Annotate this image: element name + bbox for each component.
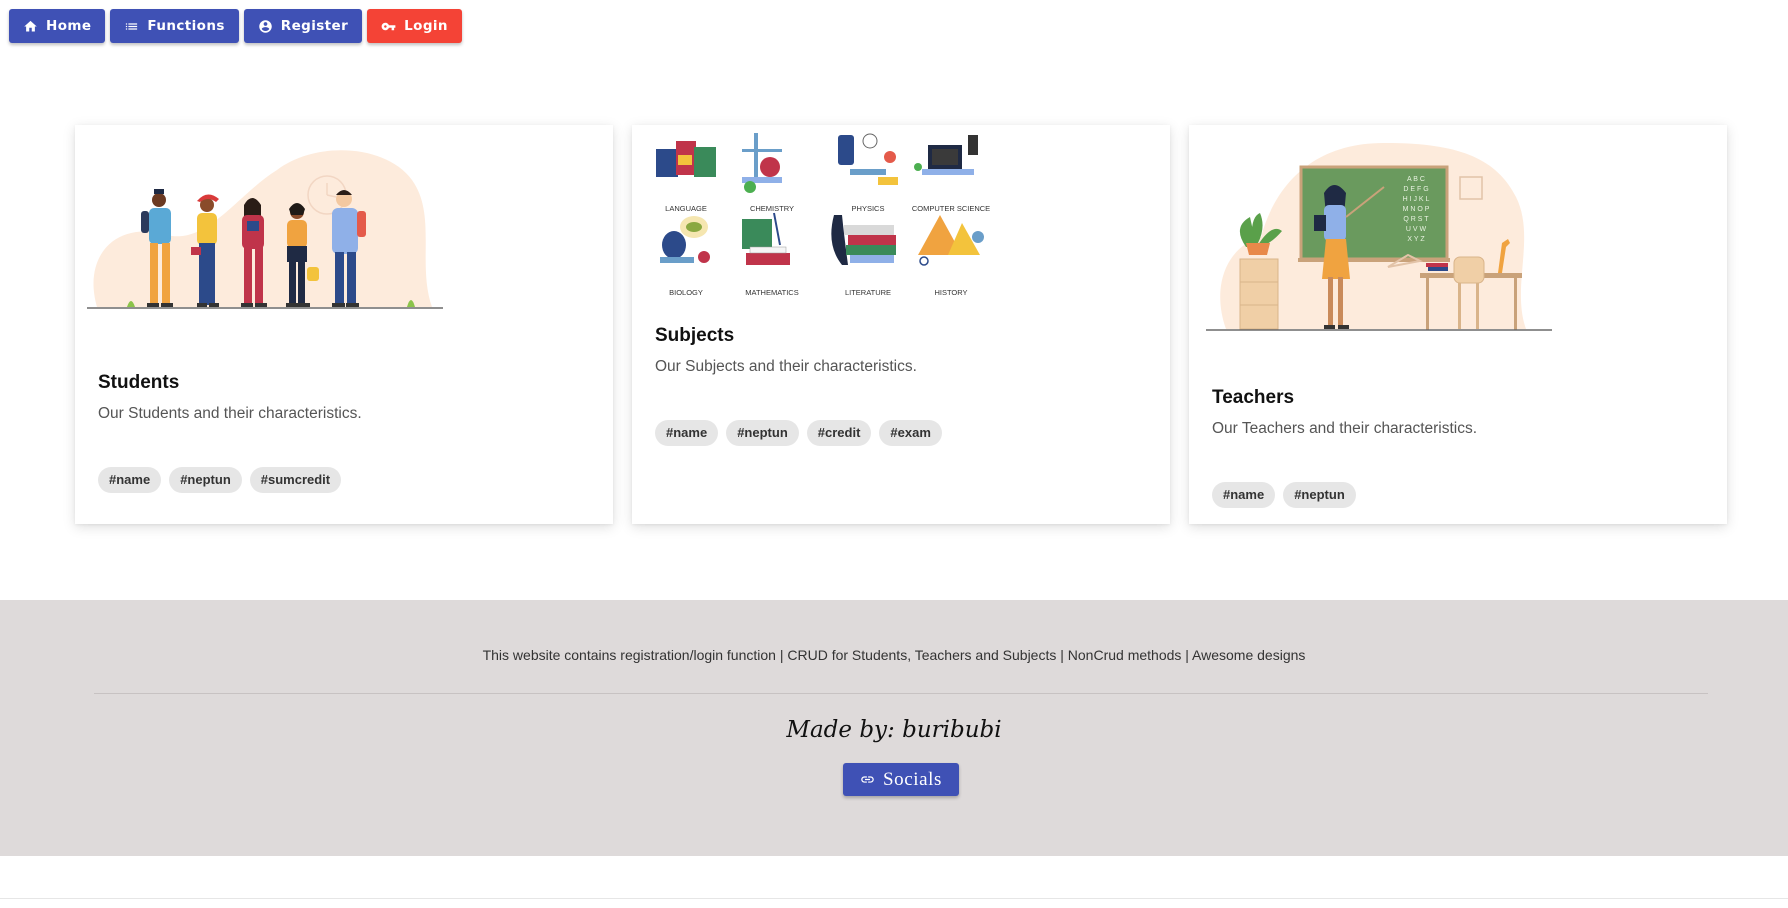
top-nav: Home Functions Register Login: [9, 9, 462, 43]
subjects-card-text: Our Subjects and their characteristics.: [655, 358, 917, 375]
students-illustration: [87, 150, 443, 309]
board-letters-line: Q R S T: [1403, 216, 1429, 223]
tag-chip[interactable]: #neptun: [169, 467, 242, 493]
socials-button-label: Socials: [882, 768, 943, 790]
board-letters-line: A B C: [1407, 176, 1425, 183]
teachers-tags: #name #neptun: [1212, 482, 1356, 508]
page-bottom-divider: [0, 898, 1788, 899]
key-icon: [381, 22, 396, 30]
subject-label-physics: PHYSICS: [852, 204, 885, 213]
made-by-text: Made by: buribubi: [786, 717, 1002, 743]
tag-chip[interactable]: #name: [98, 467, 162, 493]
board-letters-line: D E F G: [1403, 186, 1428, 193]
footer-description: This website contains registration/login…: [482, 647, 1306, 663]
footer-divider: [94, 693, 1708, 694]
link-icon: [861, 776, 874, 783]
chalkboard-letters: A B C D E F G H I J K L M N O P Q R S T …: [1403, 176, 1430, 243]
account-circle-icon: [259, 19, 272, 33]
board-letters-line: H I J K L: [1403, 196, 1430, 203]
tag-chip[interactable]: #sumcredit: [249, 467, 342, 493]
students-card-title: Students: [98, 372, 180, 393]
board-letters-line: X Y Z: [1407, 236, 1425, 243]
students-card: Students Our Students and their characte…: [75, 125, 613, 524]
subject-label-language: LANGUAGE: [665, 204, 707, 213]
board-letters-line: M N O P: [1403, 206, 1430, 213]
register-button-label: Register: [280, 18, 349, 34]
subject-label-chemistry: CHEMISTRY: [750, 204, 794, 213]
functions-button-label: Functions: [147, 18, 225, 34]
students-tags: #name #neptun #sumcredit: [98, 467, 342, 493]
tag-chip[interactable]: #name: [1212, 482, 1276, 508]
teachers-card-text: Our Teachers and their characteristics.: [1212, 420, 1478, 437]
tag-chip[interactable]: #neptun: [1283, 482, 1356, 508]
home-button-label: Home: [46, 18, 92, 34]
functions-button[interactable]: Functions: [110, 9, 239, 43]
subject-label-biology: BIOLOGY: [669, 288, 703, 297]
tag-chip[interactable]: #name: [655, 420, 719, 446]
tag-chip[interactable]: #exam: [879, 420, 942, 446]
login-button[interactable]: Login: [367, 9, 462, 43]
footer: This website contains registration/login…: [0, 600, 1788, 856]
subject-label-history: HISTORY: [934, 288, 967, 297]
home-icon: [24, 20, 37, 31]
subjects-tags: #name #neptun #credit #exam: [655, 420, 942, 446]
subjects-illustration: LANGUAGE CHEMISTRY PHYSICS COMPUTER SCIE…: [656, 133, 990, 297]
teachers-card: A B C D E F G H I J K L M N O P Q R S T …: [1189, 125, 1727, 524]
tag-chip[interactable]: #neptun: [726, 420, 799, 446]
register-button[interactable]: Register: [243, 9, 363, 43]
socials-button[interactable]: Socials: [843, 763, 959, 796]
subjects-card-title: Subjects: [655, 325, 735, 346]
subject-label-literature: LITERATURE: [845, 288, 891, 297]
subjects-card: LANGUAGE CHEMISTRY PHYSICS COMPUTER SCIE…: [632, 125, 1170, 524]
list-icon: [126, 22, 138, 30]
subject-label-computer-science: COMPUTER SCIENCE: [912, 204, 990, 213]
home-button[interactable]: Home: [9, 9, 106, 43]
board-letters-line: U V W: [1406, 226, 1427, 233]
tag-chip[interactable]: #credit: [806, 420, 872, 446]
students-card-text: Our Students and their characteristics.: [98, 405, 362, 422]
teachers-illustration: A B C D E F G H I J K L M N O P Q R S T …: [1206, 142, 1552, 331]
subject-label-mathematics: MATHEMATICS: [745, 288, 798, 297]
login-button-label: Login: [404, 18, 448, 34]
teachers-card-title: Teachers: [1212, 387, 1295, 408]
